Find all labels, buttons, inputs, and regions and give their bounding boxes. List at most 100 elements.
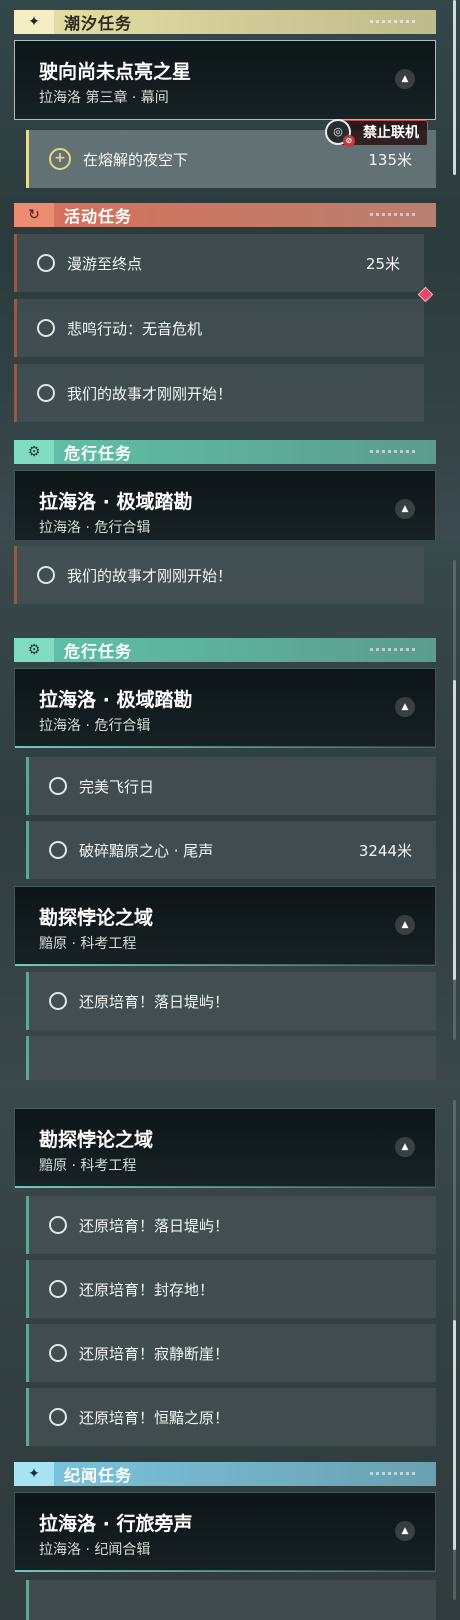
- decor-dashes: [370, 648, 418, 651]
- chapter-title: 拉海洛 · 行旅旁声: [39, 1513, 193, 1535]
- category-danger[interactable]: ⚙ 危行任务: [14, 638, 436, 662]
- no-multiplayer-label: 禁止联机: [363, 125, 419, 141]
- chapter-title: 驶向尚未点亮之星: [39, 61, 192, 83]
- circle-icon: [49, 1280, 67, 1298]
- circle-icon: [49, 1344, 67, 1362]
- prohibited-icon: ⊘: [343, 135, 355, 147]
- task-row[interactable]: 还原培育！恒黯之原！: [26, 1388, 436, 1446]
- no-multiplayer-badge: ◎ ⊘ 禁止联机: [325, 119, 428, 147]
- task-label: 还原培育！寂静断崖！: [79, 1344, 230, 1363]
- task-label: 还原培育！恒黯之原！: [79, 1408, 230, 1427]
- circle-icon: [49, 777, 67, 795]
- scrollbar-thumb[interactable]: [453, 1320, 456, 1550]
- task-distance: 25米: [365, 254, 400, 273]
- category-lore[interactable]: ✦ 纪闻任务: [14, 1462, 436, 1486]
- category-tide[interactable]: ✦ 潮汐任务: [14, 10, 436, 34]
- chapter-card[interactable]: 驶向尚未点亮之星 拉海洛 第三章 · 幕间 ▲: [14, 40, 436, 120]
- task-label: 我们的故事才刚刚开始！: [67, 384, 233, 403]
- task-label: 我们的故事才刚刚开始！: [67, 566, 233, 585]
- category-label: 活动任务: [64, 207, 133, 226]
- chapter-title: 勘探悖论之域: [39, 1129, 154, 1151]
- scrollbar-thumb[interactable]: [453, 0, 456, 175]
- chapter-card[interactable]: 拉海洛 · 极域踏勘 拉海洛 · 危行合辑 ▲: [14, 668, 436, 748]
- scrollbar[interactable]: [453, 560, 456, 1040]
- chapter-subtitle: 拉海洛 · 纪闻合辑: [39, 1542, 151, 1558]
- decor-dashes: [370, 20, 418, 23]
- task-row[interactable]: 还原培育！寂静断崖！: [26, 1324, 436, 1382]
- decor-dashes: [370, 450, 418, 453]
- task-row[interactable]: 我们的故事才刚刚开始！: [14, 364, 424, 422]
- quest-panel-2: 我们的故事才刚刚开始！ ⚙ 危行任务 拉海洛 · 极域踏勘 拉海洛 · 危行合辑…: [0, 540, 460, 1080]
- chapter-card[interactable]: 勘探悖论之域 黯原 · 科考工程 ▲: [14, 1108, 436, 1188]
- quest-panel-1: ✦ 潮汐任务 驶向尚未点亮之星 拉海洛 第三章 · 幕间 ▲ + 在熔解的夜空下…: [0, 0, 460, 540]
- sparkle-icon: ✦: [14, 1462, 54, 1486]
- task-row-partial[interactable]: [26, 1036, 436, 1080]
- decor-dashes: [370, 1472, 418, 1475]
- chevron-up-icon[interactable]: ▲: [395, 1137, 415, 1157]
- chevron-up-icon[interactable]: ▲: [395, 915, 415, 935]
- sparkle-icon: ✦: [14, 10, 54, 34]
- task-label: 还原培育！落日堤屿！: [79, 992, 230, 1011]
- circle-icon: [49, 1408, 67, 1426]
- chapter-accent-line: [15, 964, 435, 966]
- gear-eye-icon: ⚙: [14, 638, 54, 662]
- chapter-title: 拉海洛 · 极域踏勘: [39, 491, 193, 513]
- decor-dashes: [370, 213, 418, 216]
- category-danger[interactable]: ⚙ 危行任务: [14, 440, 436, 464]
- chapter-subtitle: 拉海洛 · 危行合辑: [39, 718, 151, 734]
- scrollbar[interactable]: [453, 0, 456, 175]
- return-arrow-icon: ↻: [14, 203, 54, 227]
- task-label: 还原培育！封存地！: [79, 1280, 215, 1299]
- task-row[interactable]: 我们的故事才刚刚开始！: [14, 546, 424, 604]
- chevron-up-icon[interactable]: ▲: [395, 69, 415, 89]
- chapter-accent-line: [15, 1570, 435, 1572]
- gear-eye-icon: ⚙: [14, 440, 54, 464]
- category-label: 潮汐任务: [64, 14, 133, 33]
- category-label: 危行任务: [64, 444, 133, 463]
- task-label: 还原培育！落日堤屿！: [79, 1216, 230, 1235]
- circle-icon: [49, 841, 67, 859]
- task-row-partial[interactable]: [26, 1580, 436, 1620]
- chevron-up-icon[interactable]: ▲: [395, 499, 415, 519]
- circle-icon: [37, 384, 55, 402]
- chapter-card[interactable]: 勘探悖论之域 黯原 · 科考工程 ▲: [14, 886, 436, 966]
- circle-icon: [49, 1216, 67, 1234]
- task-label: 漫游至终点: [67, 254, 143, 273]
- category-label: 纪闻任务: [64, 1466, 133, 1485]
- quest-panel-3: 勘探悖论之域 黯原 · 科考工程 ▲ 还原培育！落日堤屿！ 还原培育！封存地！ …: [0, 1080, 460, 1620]
- chapter-title: 勘探悖论之域: [39, 907, 154, 929]
- chapter-accent-line: [15, 1186, 435, 1188]
- task-label: 在熔解的夜空下: [83, 150, 189, 169]
- chapter-title: 拉海洛 · 极域踏勘: [39, 689, 193, 711]
- plus-circle-icon: +: [49, 148, 71, 170]
- task-row[interactable]: 还原培育！封存地！: [26, 1260, 436, 1318]
- scrollbar-thumb[interactable]: [453, 680, 456, 980]
- chevron-up-icon[interactable]: ▲: [395, 1521, 415, 1541]
- chevron-up-icon[interactable]: ▲: [395, 697, 415, 717]
- task-row[interactable]: 悲鸣行动：无音危机: [14, 299, 424, 357]
- category-label: 危行任务: [64, 642, 133, 661]
- chapter-card[interactable]: 拉海洛 · 行旅旁声 拉海洛 · 纪闻合辑 ▲: [14, 1492, 436, 1572]
- task-distance: 3244米: [358, 841, 412, 860]
- task-label: 完美飞行日: [79, 777, 155, 796]
- task-label: 悲鸣行动：无音危机: [67, 319, 203, 338]
- task-row[interactable]: 破碎黯原之心 · 尾声 3244米: [26, 821, 436, 879]
- chapter-accent-line: [15, 746, 435, 748]
- category-event[interactable]: ↻ 活动任务: [14, 203, 436, 227]
- circle-icon: [37, 254, 55, 272]
- chapter-subtitle: 黯原 · 科考工程: [39, 1158, 137, 1174]
- chapter-card[interactable]: 拉海洛 · 极域踏勘 拉海洛 · 危行合辑 ▲: [14, 470, 436, 540]
- circle-icon: [37, 566, 55, 584]
- task-label: 破碎黯原之心 · 尾声: [79, 841, 214, 860]
- task-row[interactable]: 还原培育！落日堤屿！: [26, 972, 436, 1030]
- circle-icon: [37, 319, 55, 337]
- task-distance: 135米: [368, 150, 412, 169]
- chapter-subtitle: 拉海洛 · 危行合辑: [39, 520, 151, 536]
- scrollbar[interactable]: [453, 1100, 456, 1600]
- chapter-subtitle: 黯原 · 科考工程: [39, 936, 137, 952]
- task-row[interactable]: 完美飞行日: [26, 757, 436, 815]
- task-row[interactable]: 还原培育！落日堤屿！: [26, 1196, 436, 1254]
- globe-icon: ◎ ⊘: [325, 119, 355, 147]
- task-row[interactable]: 漫游至终点 25米: [14, 234, 424, 292]
- chapter-subtitle: 拉海洛 第三章 · 幕间: [39, 90, 169, 106]
